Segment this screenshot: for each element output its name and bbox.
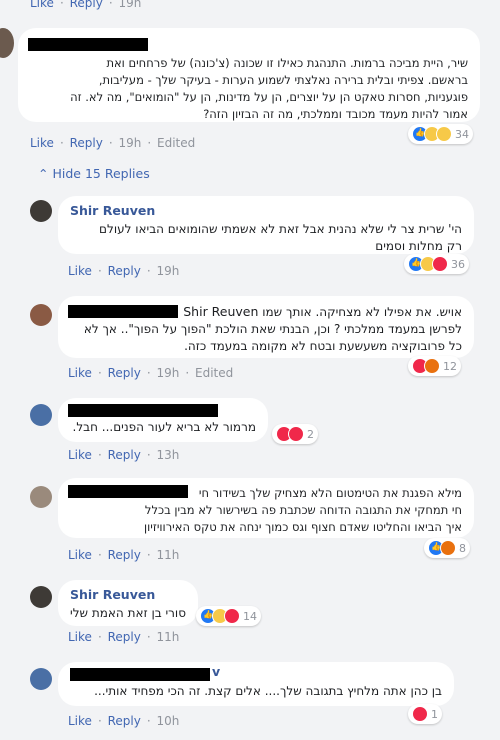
reply-actions: Like · Reply · 19h · Edited: [68, 366, 234, 380]
timestamp: 11h: [156, 548, 180, 562]
timestamp: 13h: [156, 448, 180, 462]
reaction-count: 1: [431, 707, 438, 721]
comment-bubble: שיר, היית מביכה ברמות. התנהגת כאילו זו ש…: [18, 28, 480, 122]
redacted-author: [68, 485, 188, 498]
avatar[interactable]: [30, 304, 52, 326]
reply-text: סורי בן זאת האמת שלי: [70, 606, 186, 620]
timestamp: 11h: [156, 630, 180, 644]
love-reaction-icon: [412, 706, 428, 722]
avatar[interactable]: [30, 668, 52, 690]
reply-link[interactable]: Reply: [70, 136, 103, 150]
avatar[interactable]: [30, 586, 52, 608]
reply-actions: Like · Reply · 19h: [68, 264, 180, 278]
like-link[interactable]: Like: [68, 264, 92, 278]
sad-reaction-icon: [436, 126, 452, 142]
reply-link[interactable]: Reply: [108, 264, 141, 278]
reply-bubble: Shir Reuven סורי בן זאת האמת שלי: [58, 580, 198, 626]
reaction-summary[interactable]: 36: [404, 254, 469, 274]
reply-bubble: v בן כהן אתה מלחיץ בתגובה שלך.... אלים ק…: [58, 662, 454, 706]
reaction-summary[interactable]: 34: [408, 124, 473, 144]
reaction-summary[interactable]: 14: [196, 606, 261, 626]
author-suffix: v: [212, 664, 221, 679]
reply-link[interactable]: Reply: [70, 0, 103, 10]
reply-bubble: Shir Reuven הי' שרית צר לי שלא נהנית אבל…: [58, 196, 474, 254]
reply-link[interactable]: Reply: [108, 630, 141, 644]
like-link[interactable]: Like: [68, 714, 92, 728]
timestamp: 10h: [156, 714, 180, 728]
reaction-count: 14: [243, 609, 257, 623]
like-link[interactable]: Like: [68, 448, 92, 462]
reaction-summary[interactable]: 8: [424, 538, 470, 558]
redacted-author: [68, 305, 178, 318]
reply-text: הי' שרית צר לי שלא נהנית אבל זאת לא אשמת…: [99, 222, 462, 253]
avatar[interactable]: [30, 200, 52, 222]
timestamp: 19h: [118, 0, 142, 10]
reaction-summary[interactable]: 2: [272, 424, 318, 444]
reply-actions: Like · Reply · 11h: [68, 630, 180, 644]
redacted-author: [70, 668, 210, 681]
reply-actions: Like · Reply · 11h: [68, 548, 180, 562]
reaction-count: 34: [455, 127, 469, 141]
angry-reaction-icon: [424, 358, 440, 374]
avatar[interactable]: [30, 486, 52, 508]
comment-actions: Like · Reply · 19h · Edited: [30, 136, 196, 150]
reaction-count: 2: [307, 427, 314, 441]
mentioned-user[interactable]: Shir Reuven: [183, 304, 258, 319]
timestamp: 19h: [118, 136, 142, 150]
reply-text: בן כהן אתה מלחיץ בתגובה שלך.... אלים קצת…: [94, 684, 442, 698]
reaction-count: 8: [459, 541, 466, 555]
reply-bubble: מילא הפגנת את הטימטום הלא מצחיק שלך בשיד…: [58, 478, 474, 538]
love-reaction-icon: [224, 608, 240, 624]
avatar[interactable]: [30, 404, 52, 426]
reply-link[interactable]: Reply: [108, 714, 141, 728]
hide-replies-link[interactable]: ⌃ Hide 15 Replies: [38, 166, 150, 181]
edited-label: Edited: [157, 136, 196, 150]
like-link[interactable]: Like: [30, 0, 54, 10]
author-name[interactable]: Shir Reuven: [70, 587, 186, 602]
reply-link[interactable]: Reply: [108, 366, 141, 380]
edited-label: Edited: [195, 366, 234, 380]
like-link[interactable]: Like: [68, 548, 92, 562]
angry-reaction-icon: [440, 540, 456, 556]
reply-actions: Like · Reply · 10h: [68, 714, 180, 728]
reaction-count: 12: [443, 359, 457, 373]
reaction-count: 36: [451, 257, 465, 271]
reply-link[interactable]: Reply: [108, 448, 141, 462]
reply-bubble: אויש. את אפילו לא מצחיקה. אותך שמו Shir …: [58, 296, 474, 358]
timestamp: 19h: [156, 264, 180, 278]
timestamp: 19h: [156, 366, 180, 380]
top-meta: Like · Reply · 19h: [30, 0, 145, 10]
reply-bubble: מרמור לא בריא לעור הפנים... חבל.: [58, 398, 268, 442]
redacted-author: [28, 38, 148, 51]
reaction-summary[interactable]: 1: [408, 704, 442, 724]
love-reaction-icon: [432, 256, 448, 272]
like-link[interactable]: Like: [30, 136, 54, 150]
reply-link[interactable]: Reply: [108, 548, 141, 562]
avatar[interactable]: [0, 28, 14, 58]
comment-text: שיר, היית מביכה ברמות. התנהגת כאילו זו ש…: [70, 56, 468, 121]
like-link[interactable]: Like: [68, 366, 92, 380]
love-reaction-icon: [288, 426, 304, 442]
author-name[interactable]: Shir Reuven: [70, 203, 462, 218]
redacted-author: [68, 404, 218, 417]
reply-text: מרמור לא בריא לעור הפנים... חבל.: [72, 420, 256, 434]
reply-actions: Like · Reply · 13h: [68, 448, 180, 462]
reaction-summary[interactable]: 12: [408, 356, 461, 376]
chevron-up-icon: ⌃: [38, 166, 49, 181]
like-link[interactable]: Like: [68, 630, 92, 644]
